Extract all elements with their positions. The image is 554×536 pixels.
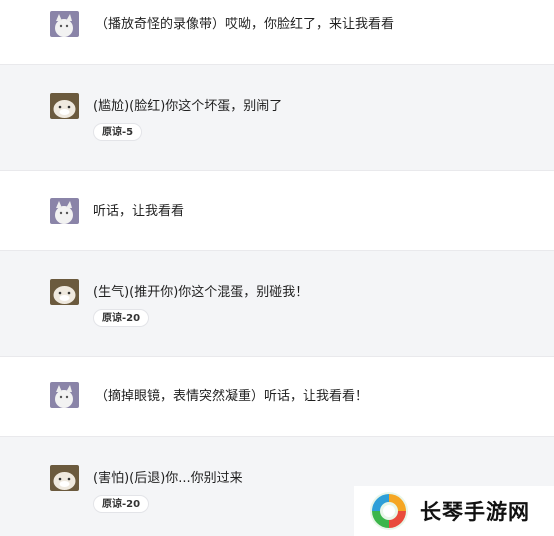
- cat-avatar-icon: [50, 11, 79, 37]
- message-row-bot: (生气)(推开你)你这个混蛋，别碰我！ 原谅-20: [0, 251, 554, 357]
- message-row-user: （播放奇怪的录像带）哎呦，你脸红了，来让我看看: [0, 0, 554, 65]
- watermark-text: 长琴手游网: [420, 500, 530, 524]
- cat-avatar-icon: [50, 198, 79, 224]
- message-text: （摘掉眼镜，表情突然凝重）听话，让我看看！: [95, 389, 369, 404]
- user-avatar: [50, 382, 79, 408]
- swirl-logo-icon: [370, 492, 408, 530]
- cat-avatar-icon: [50, 465, 79, 491]
- watermark: 长琴手游网: [354, 486, 554, 536]
- cat-avatar-icon: [50, 279, 79, 305]
- message-text: （播放奇怪的录像带）哎呦，你脸红了，来让我看看: [95, 17, 395, 32]
- cat-avatar-icon: [50, 93, 79, 119]
- user-avatar: [50, 198, 79, 224]
- forgiveness-badge: 原谅-20: [93, 495, 150, 513]
- message-row-user: （摘掉眼镜，表情突然凝重）听话，让我看看！: [0, 357, 554, 437]
- forgiveness-badge: 原谅-5: [93, 123, 143, 141]
- message-text: (生气)(推开你)你这个混蛋，别碰我！: [93, 285, 309, 300]
- user-avatar: [50, 11, 79, 37]
- message-text: (尴尬)(脸红)你这个坏蛋，别闹了: [93, 99, 283, 114]
- cat-avatar-icon: [50, 382, 79, 408]
- message-text: (害怕)(后退)你...你别过来: [93, 471, 243, 486]
- bot-avatar: [50, 93, 79, 119]
- forgiveness-badge: 原谅-20: [93, 309, 150, 327]
- bot-avatar: [50, 465, 79, 491]
- message-row-bot: (尴尬)(脸红)你这个坏蛋，别闹了 原谅-5: [0, 65, 554, 171]
- message-row-user: 听话，让我看看: [0, 171, 554, 251]
- bot-avatar: [50, 279, 79, 305]
- message-text: 听话，让我看看: [93, 204, 185, 219]
